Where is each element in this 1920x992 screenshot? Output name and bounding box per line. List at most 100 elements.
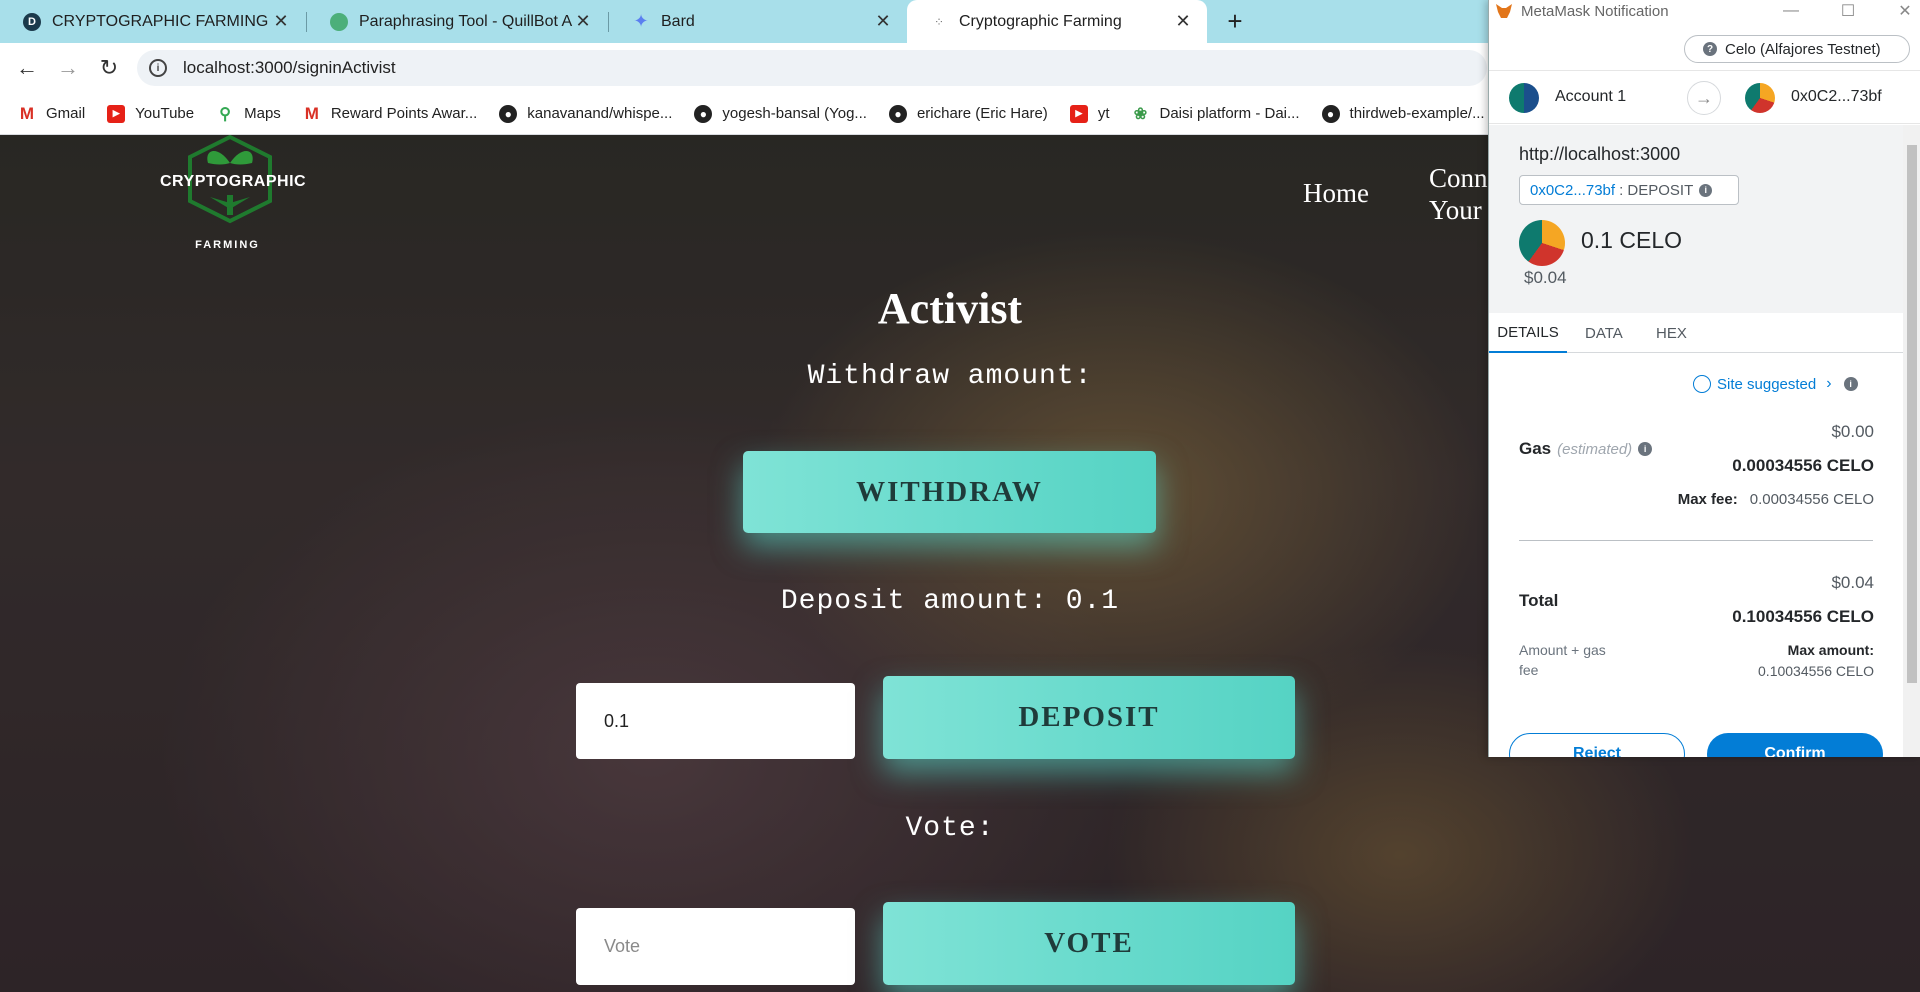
gmail-icon: M	[19, 103, 35, 123]
vote-input[interactable]: Vote	[576, 908, 855, 985]
tab-details[interactable]: DETAILS	[1489, 313, 1567, 353]
bookmark-thirdweb[interactable]: ● thirdweb-example/...	[1321, 104, 1485, 123]
site-logo[interactable]: CRYPTOGRAPHIC FARMING	[160, 135, 307, 255]
close-icon[interactable]: ✕	[873, 11, 893, 32]
from-account-name[interactable]: Account 1	[1555, 88, 1626, 106]
info-icon[interactable]: i	[1638, 442, 1653, 456]
transaction-amount: 0.1 CELO	[1581, 227, 1682, 253]
bookmark-maps[interactable]: ⚲ Maps	[216, 105, 281, 123]
vote-label: Vote:	[905, 813, 995, 844]
contract-address[interactable]: 0x0C2...73bf	[1530, 182, 1615, 199]
bookmark-label: yogesh-bansal (Yog...	[722, 105, 867, 122]
gas-celo: 0.00034556 CELO	[1732, 456, 1874, 475]
bookmark-label: Daisi platform - Dai...	[1159, 105, 1300, 122]
metamask-notification-window: MetaMask Notification — ☐ ✕ ? Celo (Alfa…	[1488, 0, 1920, 757]
reject-button[interactable]: Reject	[1509, 733, 1685, 757]
tab-title: Bard	[661, 12, 695, 30]
new-tab-button[interactable]: +	[1220, 6, 1250, 36]
gas-fiat: $0.00	[1831, 422, 1874, 441]
tab-bard[interactable]: ✦ Bard ✕	[609, 0, 907, 43]
info-icon[interactable]: i	[1699, 183, 1713, 197]
logo-wordmark: CRYPTOGRAPHIC	[160, 173, 307, 190]
back-button[interactable]: ←	[14, 55, 40, 81]
nav-home-link[interactable]: Home	[1303, 178, 1369, 209]
max-fee-row: Max fee: 0.00034556 CELO	[1678, 491, 1874, 508]
account-avatar	[1509, 83, 1539, 113]
bookmark-label: erichare (Eric Hare)	[916, 105, 1048, 122]
details-tabs: DETAILS DATA HEX	[1489, 313, 1903, 353]
tab-title: Cryptographic Farming	[959, 12, 1122, 30]
deposit-button[interactable]: DEPOSIT	[883, 676, 1295, 759]
bookmark-daisi[interactable]: ❀ Daisi platform - Dai...	[1131, 105, 1300, 123]
chevron-right-icon: ›	[1826, 375, 1832, 392]
github-icon: ●	[1321, 104, 1340, 123]
footer-actions: Reject Confirm	[1489, 713, 1903, 757]
bookmark-label: thirdweb-example/...	[1349, 105, 1485, 122]
site-suggested-link[interactable]: Site suggested › i	[1693, 375, 1858, 393]
reload-button[interactable]: ↻	[96, 55, 122, 81]
minimize-icon[interactable]: —	[1776, 0, 1806, 22]
network-question-icon: ?	[1703, 42, 1717, 56]
deposit-amount-input[interactable]: 0.1	[576, 683, 855, 759]
quillbot-icon	[329, 12, 349, 32]
transaction-fiat: $0.04	[1524, 268, 1567, 287]
total-fiat: $0.04	[1831, 573, 1874, 592]
bookmark-erichare[interactable]: ● erichare (Eric Hare)	[888, 104, 1048, 123]
bard-sparkle-icon: ✦	[633, 11, 649, 31]
info-icon[interactable]: i	[1843, 377, 1858, 391]
bookmark-yogesh-bansal[interactable]: ● yogesh-bansal (Yog...	[694, 104, 867, 123]
bookmark-kanavanand[interactable]: ● kanavanand/whispe...	[499, 104, 672, 123]
network-selector[interactable]: ? Celo (Alfajores Testnet)	[1684, 35, 1910, 63]
address-bar[interactable]: i localhost:3000/signinActivist	[137, 50, 1487, 86]
amount-gas-fee-label: Amount + gas fee	[1519, 642, 1606, 678]
arrow-right-icon: →	[1687, 81, 1721, 115]
close-icon[interactable]: ✕	[573, 11, 593, 32]
withdraw-button[interactable]: WITHDRAW	[743, 451, 1156, 533]
tab-quillbot[interactable]: Paraphrasing Tool - QuillBot AI ✕	[307, 0, 607, 43]
bookmark-label: yt	[1097, 105, 1110, 122]
youtube-icon: ▶	[107, 104, 126, 123]
devpost-icon: D	[22, 12, 42, 32]
gas-label: Gas	[1519, 439, 1552, 458]
maximize-icon[interactable]: ☐	[1833, 0, 1863, 22]
github-icon: ●	[888, 104, 907, 123]
amount-gas-label-line1: Amount + gas	[1519, 642, 1606, 658]
tab-title: CRYPTOGRAPHIC FARMING | Dev	[52, 12, 271, 30]
vote-button[interactable]: VOTE	[883, 902, 1295, 985]
bookmark-label: Gmail	[46, 105, 86, 122]
window-title: MetaMask Notification	[1521, 2, 1669, 20]
nav-connect-wallet-link[interactable]: Conn	[1429, 163, 1488, 194]
network-name: Celo (Alfajores Testnet)	[1725, 40, 1881, 58]
tab-devpost[interactable]: D CRYPTOGRAPHIC FARMING | Dev ✕	[0, 0, 305, 43]
window-titlebar: MetaMask Notification — ☐ ✕	[1489, 0, 1920, 22]
max-amount-value: 0.10034556 CELO	[1758, 663, 1874, 679]
scrollbar[interactable]	[1903, 125, 1920, 757]
close-icon[interactable]: ✕	[271, 11, 291, 32]
forward-button[interactable]: →	[55, 55, 81, 81]
max-fee-label: Max fee:	[1677, 491, 1738, 508]
recipient-avatar	[1745, 83, 1775, 113]
bookmark-youtube[interactable]: ▶ YouTube	[107, 104, 194, 123]
nav-connect-wallet-link-line2[interactable]: Your	[1429, 195, 1482, 226]
tab-cryptographic-farming[interactable]: ⁘ Cryptographic Farming ✕	[907, 0, 1207, 43]
site-info-icon[interactable]: i	[149, 59, 167, 77]
confirm-button[interactable]: Confirm	[1707, 733, 1883, 757]
close-icon[interactable]: ✕	[1890, 0, 1920, 22]
to-address[interactable]: 0x0C2...73bf	[1791, 88, 1882, 106]
gmail-icon: M	[304, 103, 319, 123]
total-celo: 0.10034556 CELO	[1732, 607, 1874, 626]
metamask-fox-icon	[1496, 4, 1512, 18]
bookmark-yt[interactable]: ▶ yt	[1069, 104, 1110, 123]
tab-hex[interactable]: HEX	[1656, 313, 1687, 353]
transaction-summary: http://localhost:3000 0x0C2...73bf : DEP…	[1489, 125, 1903, 313]
bookmark-reward-points[interactable]: M Reward Points Awar...	[303, 103, 478, 123]
site-suggested-label: Site suggested	[1717, 375, 1817, 393]
github-icon: ●	[694, 104, 713, 123]
scrollbar-thumb[interactable]	[1907, 145, 1917, 683]
close-icon[interactable]: ✕	[1173, 11, 1193, 32]
method-pill[interactable]: 0x0C2...73bf : DEPOSIT i	[1519, 175, 1739, 205]
bookmark-label: Maps	[244, 105, 281, 122]
github-icon: ●	[499, 104, 518, 123]
tab-data[interactable]: DATA	[1585, 313, 1623, 353]
bookmark-gmail[interactable]: M Gmail	[18, 103, 86, 123]
